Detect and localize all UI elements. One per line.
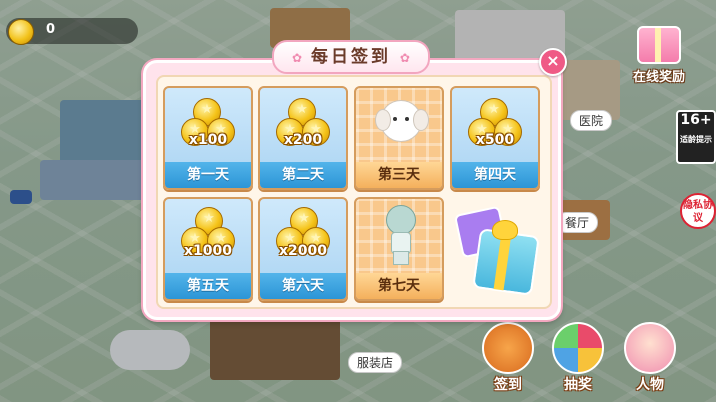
- day-5-label: 第五天: [165, 273, 251, 299]
- age-rating-badge[interactable]: 16+ 适龄提示: [676, 110, 716, 164]
- day-6-reward: x2000: [279, 243, 327, 259]
- flower-icon: ✿: [292, 51, 303, 65]
- lottery-button[interactable]: 抽奖: [548, 322, 608, 394]
- dialog-title: ✿ 每日签到 ✿: [272, 40, 430, 74]
- day-6-label: 第六天: [260, 273, 346, 299]
- lottery-label: 抽奖: [564, 377, 592, 393]
- age-rating-note: 适龄提示: [680, 135, 712, 144]
- privacy-button[interactable]: 隐私协议: [680, 193, 716, 229]
- day-4-label: 第四天: [452, 162, 538, 188]
- age-rating-value: 16+: [680, 112, 712, 128]
- day-5-reward: x1000: [184, 243, 232, 259]
- close-button[interactable]: ×: [539, 48, 567, 76]
- gift-box-icon[interactable]: [452, 196, 540, 300]
- flower-icon: ✿: [399, 51, 410, 65]
- dog-icon: [375, 100, 429, 142]
- day-6-tile[interactable]: x2000 第六天: [258, 197, 348, 301]
- day-1-reward: x100: [188, 132, 228, 148]
- coin-counter: 0: [6, 18, 138, 45]
- day-4-reward: x500: [475, 132, 515, 148]
- coin-icon: [8, 19, 34, 45]
- character-button[interactable]: 人物: [620, 322, 680, 394]
- day-1-tile[interactable]: x100 第一天: [163, 86, 253, 190]
- prize-wheel-icon: [552, 322, 604, 374]
- day-2-tile[interactable]: x200 第二天: [258, 86, 348, 190]
- day-1-label: 第一天: [165, 162, 251, 188]
- day-2-label: 第二天: [260, 162, 346, 188]
- dialog-title-text: 每日签到: [311, 47, 391, 67]
- map-label-restaurant[interactable]: 餐厅: [556, 212, 599, 233]
- sign-in-label: 签到: [494, 377, 522, 393]
- character-avatar-icon: [624, 322, 676, 374]
- day-7-tile[interactable]: 第七天: [354, 197, 444, 301]
- doll-icon: [384, 205, 416, 265]
- character-label: 人物: [636, 377, 664, 393]
- day-2-reward: x200: [283, 132, 323, 148]
- online-reward-button[interactable]: 在线奖励: [624, 26, 694, 85]
- calendar-icon: [482, 322, 534, 374]
- gift-icon: [637, 26, 681, 64]
- coin-value: 0: [46, 22, 56, 37]
- day-3-label: 第三天: [356, 162, 442, 188]
- day-3-tile[interactable]: 第三天: [354, 86, 444, 190]
- day-5-tile[interactable]: x1000 第五天: [163, 197, 253, 301]
- sign-in-button[interactable]: 签到: [478, 322, 538, 394]
- day-7-label: 第七天: [356, 273, 442, 299]
- map-label-clothing-store[interactable]: 服装店: [348, 352, 403, 373]
- online-reward-label: 在线奖励: [632, 70, 685, 85]
- day-4-tile[interactable]: x500 第四天: [450, 86, 540, 190]
- map-label-hospital[interactable]: 医院: [570, 110, 613, 131]
